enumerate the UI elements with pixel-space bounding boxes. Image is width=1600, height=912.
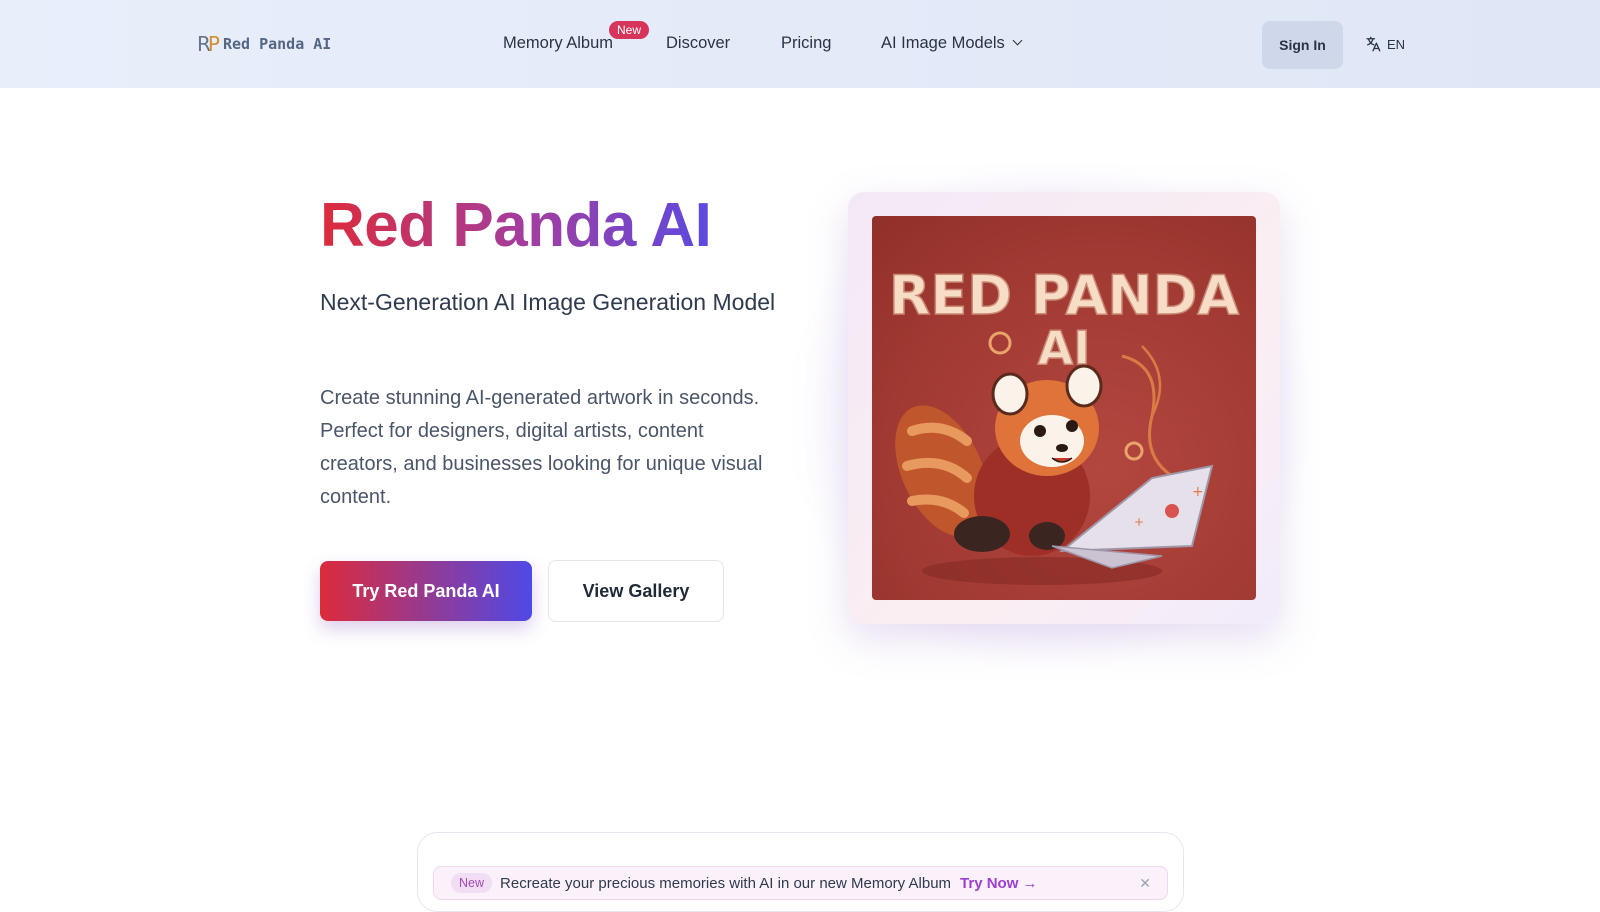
new-badge: New: [609, 21, 650, 39]
close-icon[interactable]: ✕: [1139, 875, 1151, 892]
announcement-banner: New Recreate your precious memories with…: [433, 866, 1168, 900]
logo-icon: RP: [197, 32, 220, 56]
nav-item-discover[interactable]: Discover: [666, 34, 730, 53]
nav-item-pricing[interactable]: Pricing: [781, 34, 831, 53]
chevron-down-icon: [1012, 35, 1023, 46]
language-switcher[interactable]: EN: [1364, 35, 1405, 53]
top-navbar: RP Red Panda AI Memory Album Discover Pr…: [0, 0, 1600, 88]
banner-text: Recreate your precious memories with AI …: [500, 874, 952, 892]
svg-text:+: +: [1192, 484, 1204, 500]
logo-text: Red Panda AI: [222, 35, 332, 53]
nav-item-memory-album[interactable]: Memory Album: [503, 34, 613, 53]
nav-item-ai-image-models[interactable]: AI Image Models: [881, 34, 1023, 53]
try-red-panda-button[interactable]: Try Red Panda AI: [320, 561, 532, 621]
translate-icon: [1366, 36, 1381, 52]
banner-try-now-link[interactable]: Try Now →: [960, 875, 1038, 892]
hero-title: Red Panda AI: [320, 191, 712, 260]
logo[interactable]: RP Red Panda AI: [197, 32, 331, 56]
image-title-line1: RED PANDA: [889, 264, 1240, 327]
banner-new-badge: New: [451, 873, 493, 893]
sign-in-button[interactable]: Sign In: [1262, 21, 1343, 69]
red-panda-illustration: RED PANDA AI + +: [888, 263, 1240, 585]
hero-image: RED PANDA AI + +: [872, 216, 1256, 600]
language-label: EN: [1387, 36, 1406, 52]
hero-subtitle: Next-Generation AI Image Generation Mode…: [320, 289, 776, 315]
view-gallery-button[interactable]: View Gallery: [548, 560, 724, 622]
hero-description: Create stunning AI-generated artwork in …: [320, 387, 763, 508]
nav-item-ai-image-models-label: AI Image Models: [881, 34, 1005, 52]
svg-text:+: +: [1134, 515, 1144, 529]
